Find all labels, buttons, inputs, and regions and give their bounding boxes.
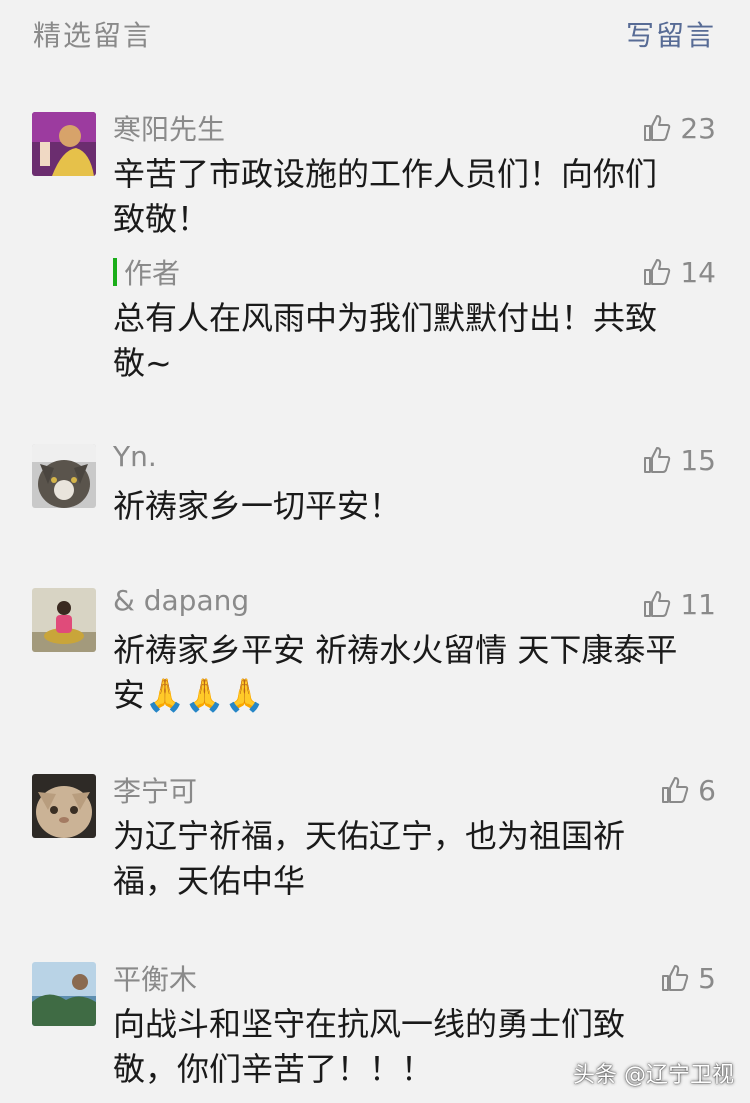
thumbs-up-icon [644,447,671,473]
like-count: 11 [680,587,716,621]
thumbs-up-icon [644,259,671,285]
like-count: 6 [698,773,716,807]
comments-header: 精选留言 写留言 [0,0,750,70]
comment-text: 为辽宁祈福，天佑辽宁，也为祖国祈 福，天佑中华 [113,817,626,900]
comment-nickname[interactable]: & dapang [113,584,249,617]
comment-nickname[interactable]: 平衡木 [113,958,197,998]
thumbs-up-icon [662,965,689,991]
like-button[interactable]: 6 [660,770,716,810]
like-count: 5 [698,961,716,995]
like-button[interactable]: 5 [660,958,716,998]
author-reply-indicator [113,258,117,286]
comment-text: 辛苦了市政设施的工作人员们！向你们 致敬！ [113,155,658,238]
thumbs-up-icon [644,115,671,141]
comment-nickname[interactable]: 寒阳先生 [113,108,225,148]
comment-nickname[interactable]: Yn. [113,440,157,473]
comment-text: 祈祷家乡一切平安！ [113,487,402,525]
avatar[interactable] [32,444,96,508]
thumbs-up-icon [644,591,671,617]
avatar[interactable] [32,774,96,838]
avatar[interactable] [32,962,96,1026]
like-count: 23 [680,111,716,145]
like-button[interactable]: 15 [642,440,716,480]
comment-nickname[interactable]: 李宁可 [113,770,197,810]
reply-like-button[interactable]: 14 [642,252,716,292]
like-button[interactable]: 11 [642,584,716,624]
like-count: 14 [680,255,716,289]
write-comment-button[interactable]: 写留言 [626,14,716,54]
author-label: 作者 [124,257,181,290]
author-reply-text: 总有人在风雨中为我们默默付出！共致 敬~ [113,299,658,382]
thumbs-up-icon [662,777,689,803]
like-count: 15 [680,443,716,477]
section-title: 精选留言 [33,19,154,52]
avatar[interactable] [32,588,96,652]
like-button[interactable]: 23 [642,108,716,148]
avatar[interactable] [32,112,96,176]
comment-text: 祈祷家乡平安 祈祷水火留情 天下康泰平 安🙏🙏🙏 [113,631,678,714]
watermark: 头条 @辽宁卫视 [573,1063,734,1088]
